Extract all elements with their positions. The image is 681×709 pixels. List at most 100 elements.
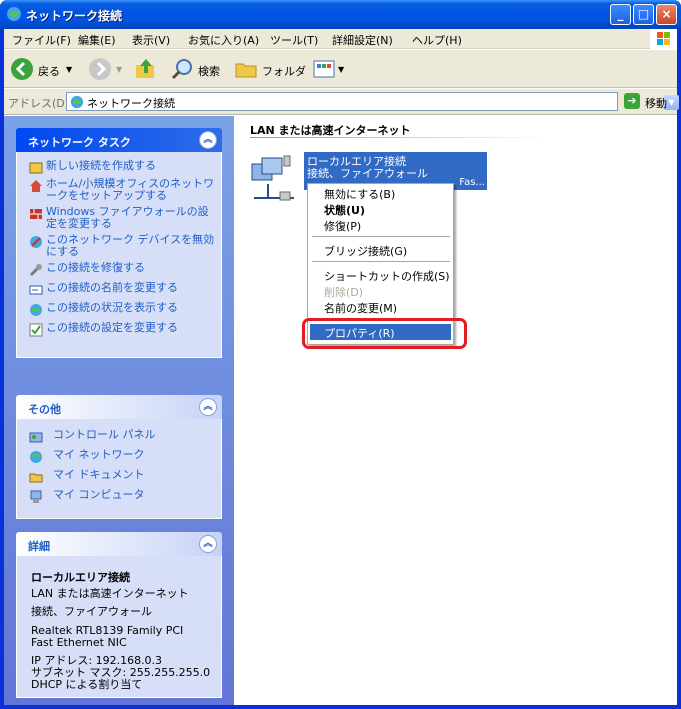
- network-connections-icon: [7, 7, 21, 21]
- search-icon: [171, 59, 192, 80]
- window-title: ネットワーク接続: [26, 9, 123, 23]
- other-places-panel: その他 ︽ コントロール パネル マイ ネットワーク マイ ドキュメント マイ …: [16, 395, 222, 519]
- task-rename-connection[interactable]: この接続の名前を変更する: [29, 282, 219, 295]
- menu-bar: ファイル(F) 編集(E) 表示(V) お気に入り(A) ツール(T) 詳細設定…: [4, 29, 677, 49]
- task-new-connection[interactable]: 新しい接続を作成する: [29, 160, 219, 174]
- menu-file[interactable]: ファイル(F): [12, 32, 71, 48]
- other-places-body: コントロール パネル マイ ネットワーク マイ ドキュメント マイ コンピュータ: [16, 419, 222, 519]
- address-input[interactable]: ネットワーク接続 ▼: [66, 92, 679, 111]
- task-repair-connection[interactable]: この接続を修復する: [29, 262, 219, 277]
- forward-button[interactable]: ▼: [88, 57, 128, 81]
- task-pane: ネットワーク タスク ︽ 新しい接続を作成する ホーム/小規模オフィスのネットワ…: [4, 116, 234, 705]
- details-dhcp: DHCP による割り当て: [31, 678, 143, 691]
- other-places-title: その他: [28, 403, 61, 416]
- menu-advanced[interactable]: 詳細設定(N): [332, 32, 393, 48]
- my-documents-icon: [29, 473, 43, 483]
- link-control-panel[interactable]: コントロール パネル: [29, 429, 219, 443]
- task-firewall-settings[interactable]: Windows ファイアウォールの設定を変更する: [29, 206, 219, 230]
- task-home-network-setup[interactable]: ホーム/小規模オフィスのネットワークをセットアップする: [29, 178, 219, 202]
- search-button[interactable]: 検索: [170, 57, 228, 81]
- link-my-computer[interactable]: マイ コンピュータ: [29, 489, 219, 503]
- views-icon: [313, 60, 335, 78]
- group-divider: [250, 137, 550, 138]
- content-pane[interactable]: LAN または高速インターネット ローカルエリア接続 接続、ファイアウォール F…: [234, 116, 677, 705]
- network-tasks-header[interactable]: ネットワーク タスク ︽: [16, 128, 222, 152]
- menu-separator: [312, 261, 450, 262]
- task-disable-device[interactable]: このネットワーク デバイスを無効にする: [29, 234, 219, 258]
- details-name: ローカルエリア接続: [31, 571, 130, 584]
- other-places-header[interactable]: その他 ︽: [16, 395, 222, 419]
- menu-item-create-shortcut[interactable]: ショートカットの作成(S): [324, 268, 450, 284]
- task-view-status[interactable]: この接続の状況を表示する: [29, 302, 219, 316]
- my-computer-icon: [30, 490, 42, 503]
- folders-icon: [235, 63, 257, 78]
- menu-separator: [312, 236, 450, 237]
- new-connection-icon: [29, 162, 43, 174]
- search-label: 検索: [198, 65, 220, 78]
- collapse-chevron-icon[interactable]: ︽: [199, 398, 217, 416]
- disable-network-icon: [30, 236, 42, 248]
- back-label: 戻る: [38, 65, 60, 78]
- forward-dropdown-icon[interactable]: ▼: [116, 65, 122, 74]
- details-header[interactable]: 詳細 ︽: [16, 532, 222, 556]
- maximize-button[interactable]: □: [633, 4, 654, 25]
- settings-check-icon: [29, 323, 43, 337]
- menu-item-rename[interactable]: 名前の変更(M): [324, 300, 397, 316]
- close-button[interactable]: ×: [656, 4, 677, 25]
- menu-edit[interactable]: 編集(E): [78, 32, 116, 48]
- menu-view[interactable]: 表示(V): [132, 32, 170, 48]
- window-frame-right: [677, 29, 681, 709]
- task-change-settings[interactable]: この接続の設定を変更する: [29, 322, 219, 337]
- group-header: LAN または高速インターネット: [250, 124, 411, 137]
- menu-favorites[interactable]: お気に入り(A): [188, 32, 259, 48]
- address-bar: アドレス(D) ネットワーク接続 ▼ ➔ 移動: [4, 89, 679, 115]
- views-button[interactable]: ▼: [312, 57, 348, 81]
- back-button[interactable]: 戻る ▼: [10, 57, 76, 81]
- address-label: アドレス(D): [8, 97, 70, 110]
- client-area: ファイル(F) 編集(E) 表示(V) お気に入り(A) ツール(T) 詳細設定…: [4, 29, 679, 705]
- details-type-line1: LAN または高速インターネット: [31, 587, 189, 600]
- minimize-button[interactable]: _: [610, 4, 631, 25]
- status-globe-icon: [30, 304, 42, 316]
- go-arrow-icon[interactable]: ➔: [624, 93, 640, 109]
- annotation-highlight-box: [302, 318, 467, 349]
- menu-item-status[interactable]: 状態(U): [324, 202, 365, 218]
- home-network-icon: [30, 180, 42, 192]
- window-frame-bottom: [0, 705, 681, 709]
- forward-arrow-icon: [89, 58, 111, 80]
- menu-tools[interactable]: ツール(T): [270, 32, 318, 48]
- firewall-icon: [30, 209, 42, 219]
- rename-icon: [29, 285, 43, 295]
- link-my-documents[interactable]: マイ ドキュメント: [29, 469, 219, 483]
- menu-item-disable[interactable]: 無効にする(B): [324, 186, 395, 202]
- views-dropdown-icon[interactable]: ▼: [338, 65, 344, 74]
- details-body: ローカルエリア接続 LAN または高速インターネット 接続、ファイアウォール R…: [16, 556, 222, 698]
- network-connections-icon: [70, 95, 84, 109]
- address-value: ネットワーク接続: [87, 97, 175, 110]
- lan-connection-icon[interactable]: [248, 154, 298, 202]
- network-tasks-title: ネットワーク タスク: [28, 136, 131, 149]
- title-bar[interactable]: ネットワーク接続 _ □ ×: [0, 0, 681, 29]
- explorer-window: ネットワーク接続 _ □ × ファイル(F) 編集(E) 表示(V) お気に入り…: [0, 0, 681, 709]
- windows-logo-icon: [650, 29, 677, 49]
- menu-item-repair[interactable]: 修復(P): [324, 218, 361, 234]
- up-folder-icon: [136, 59, 154, 78]
- details-adapter-line2: Fast Ethernet NIC: [31, 636, 127, 649]
- up-folder-button[interactable]: [134, 57, 160, 81]
- collapse-chevron-icon[interactable]: ︽: [199, 535, 217, 553]
- folders-label: フォルダ: [262, 65, 306, 78]
- my-network-icon: [30, 451, 42, 463]
- toolbar: 戻る ▼ ▼ 検索 フォルダ ▼: [4, 50, 677, 88]
- link-my-network[interactable]: マイ ネットワーク: [29, 449, 219, 463]
- menu-help[interactable]: ヘルプ(H): [412, 32, 462, 48]
- menu-item-bridge[interactable]: ブリッジ接続(G): [324, 243, 407, 259]
- details-type-line2: 接続、ファイアウォール: [31, 605, 152, 618]
- go-button[interactable]: 移動: [645, 95, 667, 111]
- collapse-chevron-icon[interactable]: ︽: [199, 131, 217, 149]
- network-tasks-body: 新しい接続を作成する ホーム/小規模オフィスのネットワークをセットアップする W…: [16, 152, 222, 358]
- network-tasks-panel: ネットワーク タスク ︽ 新しい接続を作成する ホーム/小規模オフィスのネットワ…: [16, 128, 222, 358]
- back-dropdown-icon[interactable]: ▼: [66, 65, 72, 74]
- details-title: 詳細: [28, 540, 50, 553]
- folders-button[interactable]: フォルダ: [234, 57, 306, 81]
- details-panel: 詳細 ︽ ローカルエリア接続 LAN または高速インターネット 接続、ファイアウ…: [16, 532, 222, 698]
